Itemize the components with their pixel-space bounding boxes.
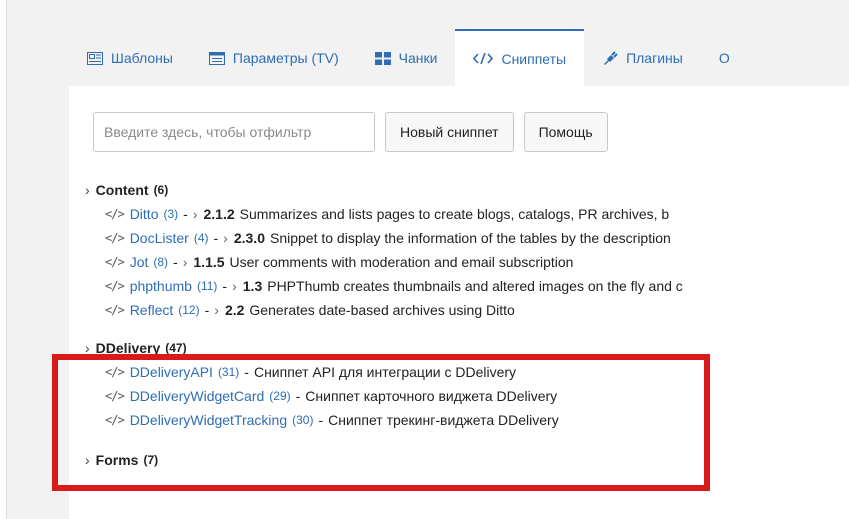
snippet-version: 1.1.5 [193,254,225,270]
separator: - [318,412,324,428]
category-group-ddelivery: › DDelivery (47) </> DDeliveryAPI (31) -… [85,336,849,432]
tv-list-icon [208,51,225,65]
snippet-description: Сниппет карточного виджета DDelivery [305,388,558,404]
snippet-id: (3) [163,207,179,221]
resource-tabs: Шаблоны Параметры (TV) Чанки Сниппеты Пл… [69,29,849,86]
snippet-link[interactable]: DocLister [130,230,189,246]
separator: - [222,278,228,294]
snippet-version: 1.3 [242,278,263,294]
snippet-description: User comments with moderation and email … [229,254,574,270]
snippet-description: PHPThumb creates thumbnails and altered … [267,278,683,294]
snippet-description: Snippet to display the information of th… [269,230,671,246]
tab-more[interactable]: О [701,30,748,86]
snippet-version: 2.3.0 [233,230,265,246]
tab-label: Сниппеты [501,50,567,67]
separator: - [183,206,188,222]
help-button[interactable]: Помощь [523,112,608,152]
chevron-right-icon: › [232,278,237,294]
category-name: Content [95,182,149,198]
snippet-description: Generates date-based archives using Ditt… [249,302,515,318]
tab-label: Параметры (TV) [232,50,339,66]
separator: - [213,230,219,246]
category-forms[interactable]: › Forms (7) [85,448,849,472]
snippet-link[interactable]: Ditto [130,206,159,222]
snippet-item: </> DDeliveryAPI (31) - Сниппет API для … [85,360,849,384]
templates-icon [87,51,103,65]
snippet-item: </> Reflect (12) - › 2.2 Generates date-… [85,298,849,322]
category-name: Forms [95,452,139,468]
snippet-link[interactable]: DDeliveryWidgetTracking [130,412,287,428]
snippet-link[interactable]: Jot [130,254,149,270]
tab-label: О [718,50,730,66]
tab-tv[interactable]: Параметры (TV) [191,30,357,86]
code-icon: </> [105,413,125,427]
category-count: (7) [143,453,159,467]
snippet-id: (8) [153,255,169,269]
category-group-forms: › Forms (7) [85,448,849,472]
tab-label: Шаблоны [111,50,173,66]
snippet-link[interactable]: DDeliveryAPI [130,364,213,380]
snippet-link[interactable]: phpthumb [130,278,192,294]
snippet-tree: › Content (6) </> Ditto (3) - › 2.1.2 Su… [85,178,849,482]
manager-area: Шаблоны Параметры (TV) Чанки Сниппеты Пл… [7,0,849,519]
chevron-right-icon: › [192,206,198,222]
category-name: DDelivery [95,340,161,356]
category-content[interactable]: › Content (6) [85,178,849,202]
snippet-description: Сниппет API для интеграции с DDelivery [253,364,517,380]
separator: - [173,254,178,270]
snippet-id: (30) [292,413,314,427]
code-icon: </> [105,365,125,379]
snippet-description: Summarizes and lists pages to create blo… [239,206,670,222]
code-icon: </> [105,389,125,403]
tab-chunks[interactable]: Чанки [357,30,456,86]
snippets-toolbar: Новый сниппет Помощь [93,112,618,152]
separator: - [204,302,210,318]
chevron-right-icon: › [85,452,90,468]
snippets-panel: Новый сниппет Помощь › Content (6) </> D… [69,86,849,519]
chevron-right-icon: › [223,230,228,246]
code-icon: </> [105,303,125,317]
snippet-item: </> DDeliveryWidgetCard (29) - Сниппет к… [85,384,849,408]
category-count: (47) [165,341,187,355]
code-icon: </> [105,279,125,293]
chevron-right-icon: › [85,340,90,356]
snippet-id: (11) [196,279,218,293]
snippet-version: 2.2 [224,302,245,318]
code-icon: </> [105,255,125,269]
tab-label: Чанки [398,50,438,66]
plug-icon [602,51,618,65]
chevron-right-icon: › [85,182,90,198]
code-icon: </> [105,231,125,245]
filter-input[interactable] [93,112,375,152]
separator: - [244,364,249,380]
snippet-link[interactable]: Reflect [130,302,174,318]
category-group-content: › Content (6) </> Ditto (3) - › 2.1.2 Su… [85,178,849,322]
snippet-version: 2.1.2 [203,206,235,222]
separator: - [295,388,301,404]
code-icon: </> [105,207,125,221]
tab-plugins[interactable]: Плагины [584,30,701,86]
snippet-id: (12) [178,303,200,317]
snippet-id: (31) [217,365,240,379]
tab-templates[interactable]: Шаблоны [69,30,191,86]
tab-snippets[interactable]: Сниппеты [455,29,585,86]
snippet-link[interactable]: DDeliveryWidgetCard [130,388,265,404]
chevron-right-icon: › [214,302,219,318]
snippet-item: </> Jot (8) - › 1.1.5 User comments with… [85,250,849,274]
chunks-grid-icon [374,51,391,65]
snippet-description: Сниппет трекинг-виджета DDelivery [328,412,559,428]
snippet-id: (4) [193,231,209,245]
new-snippet-button[interactable]: Новый сниппет [385,112,514,152]
category-count: (6) [153,183,169,197]
code-icon [473,52,494,65]
snippet-item: </> Ditto (3) - › 2.1.2 Summarizes and l… [85,202,849,226]
snippet-item: </> DDeliveryWidgetTracking (30) - Снипп… [85,408,849,432]
snippet-item: </> phpthumb (11) - › 1.3 PHPThumb creat… [85,274,849,298]
chevron-right-icon: › [182,254,188,270]
snippet-item: </> DocLister (4) - › 2.3.0 Snippet to d… [85,226,849,250]
snippet-id: (29) [269,389,291,403]
tab-label: Плагины [626,50,683,66]
category-ddelivery[interactable]: › DDelivery (47) [85,336,849,360]
